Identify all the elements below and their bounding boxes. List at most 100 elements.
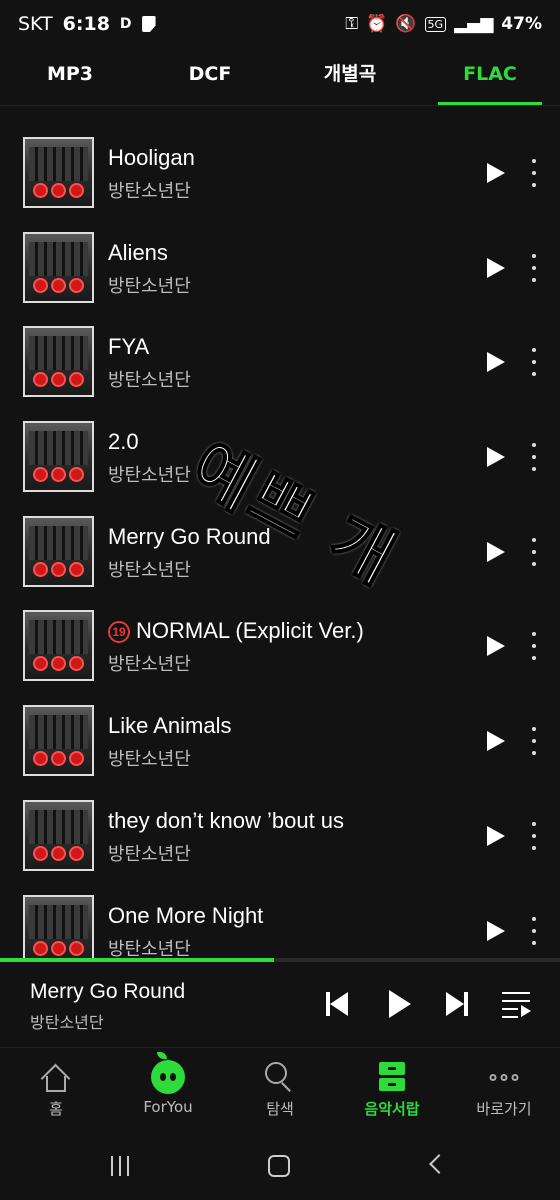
song-row[interactable]: Aliens 방탄소년단 (0, 220, 560, 315)
song-row[interactable]: One More Night 방탄소년단 (0, 883, 560, 959)
nav-foryou-label: ForYou (143, 1098, 193, 1116)
song-artist: 방탄소년단 (108, 749, 191, 771)
format-tabs: MP3 DCF 개별곡 FLAC (0, 48, 560, 106)
song-row[interactable]: they don’t know ’bout us 방탄소년단 (0, 788, 560, 883)
song-title: Like Animals (108, 713, 232, 739)
album-art (23, 421, 94, 493)
nav-shortcuts[interactable]: 바로가기 (448, 1048, 560, 1138)
lock-icon: ⚿ (345, 14, 359, 34)
song-title: Hooligan (108, 145, 195, 171)
nav-library[interactable]: 음악서랍 (336, 1048, 448, 1138)
carrier-label: SKT (18, 13, 53, 35)
battery-level: 47% (501, 14, 542, 34)
now-playing-artist: 방탄소년단 (30, 1013, 104, 1032)
more-options-icon[interactable] (526, 821, 542, 850)
play-icon[interactable] (487, 541, 505, 562)
song-row[interactable]: 19 NORMAL (Explicit Ver.) 방탄소년단 (0, 598, 560, 693)
clock: 6:18 (62, 13, 110, 35)
more-options-icon[interactable] (526, 916, 542, 945)
mute-icon: 🔇 (395, 14, 417, 34)
more-options-icon[interactable] (526, 159, 542, 187)
nav-library-label: 음악서랍 (364, 1100, 420, 1118)
song-title: FYA (108, 334, 149, 360)
alarm-icon: ⏰ (366, 14, 388, 34)
play-icon[interactable] (487, 636, 505, 657)
album-art (23, 799, 94, 871)
more-options-icon[interactable] (526, 348, 542, 377)
song-artist: 방탄소년단 (108, 938, 191, 959)
album-art (23, 610, 94, 682)
nav-home-label: 홈 (49, 1100, 63, 1118)
album-art (23, 137, 94, 208)
song-title-text: they don’t know ’bout us (108, 807, 345, 833)
tab-flac[interactable]: FLAC (420, 48, 560, 105)
play-icon[interactable] (487, 352, 505, 373)
previous-track-button[interactable] (324, 990, 352, 1018)
song-title-text: One More Night (108, 902, 264, 928)
play-icon[interactable] (487, 920, 505, 941)
song-artist: 방탄소년단 (108, 843, 191, 865)
tab-dcf[interactable]: DCF (140, 48, 280, 105)
play-button[interactable] (384, 990, 412, 1018)
play-icon[interactable] (487, 163, 505, 183)
song-title-text: Aliens (108, 239, 168, 265)
song-title-text: Like Animals (108, 713, 232, 739)
bottom-navigation: 홈 ForYou 탐색 음악서랍 바로가기 (0, 1048, 560, 1138)
more-options-icon[interactable] (526, 443, 542, 472)
next-track-button[interactable] (442, 990, 470, 1018)
song-title-text: FYA (108, 334, 150, 360)
song-artist: 방탄소년단 (108, 654, 191, 676)
network-badge: 5G (424, 16, 447, 32)
song-artist: 방탄소년단 (108, 559, 191, 581)
mini-player[interactable]: Merry Go Round 방탄소년단 (0, 962, 560, 1048)
album-art (23, 231, 94, 303)
nav-search-label: 탐색 (266, 1100, 294, 1118)
signal-icon: ▂▄▆ (454, 14, 494, 34)
system-home-icon[interactable] (268, 1155, 290, 1177)
tab-mp3[interactable]: MP3 (0, 48, 140, 105)
age-restriction-badge: 19 (108, 621, 130, 644)
song-row[interactable]: Like Animals 방탄소년단 (0, 693, 560, 788)
song-title-text: 2.0 (108, 429, 139, 455)
nav-search[interactable]: 탐색 (224, 1048, 336, 1138)
album-art (23, 894, 94, 958)
song-title: 19 NORMAL (Explicit Ver.) (108, 618, 364, 644)
song-artist: 방탄소년단 (108, 275, 191, 297)
song-title-text: Hooligan (108, 145, 195, 170)
foryou-icon (151, 1052, 185, 1094)
tab-individual-songs[interactable]: 개별곡 (280, 48, 420, 105)
now-playing-title: Merry Go Round (30, 980, 186, 1003)
more-options-icon[interactable] (526, 727, 542, 756)
back-icon[interactable] (429, 1154, 449, 1174)
song-artist: 방탄소년단 (108, 465, 191, 487)
recent-apps-icon[interactable] (111, 1156, 129, 1176)
album-art (23, 515, 94, 587)
album-art (23, 705, 94, 777)
song-row[interactable]: Hooligan 방탄소년단 (0, 125, 560, 220)
status-bar: SKT 6:18 D ⚿ ⏰ 🔇 5G ▂▄▆ 47% (0, 0, 560, 48)
song-title: One More Night (108, 903, 263, 929)
album-art (23, 326, 94, 398)
play-icon[interactable] (487, 257, 505, 278)
more-options-icon[interactable] (526, 632, 542, 661)
search-icon (265, 1062, 295, 1092)
play-icon[interactable] (487, 825, 505, 846)
play-icon[interactable] (487, 447, 505, 468)
play-icon[interactable] (487, 731, 505, 752)
nav-foryou[interactable]: ForYou (112, 1048, 224, 1138)
more-options-icon[interactable] (526, 537, 542, 566)
song-title: 2.0 (108, 429, 139, 455)
song-artist: 방탄소년단 (108, 370, 191, 392)
song-title: they don’t know ’bout us (108, 808, 344, 834)
song-artist: 방탄소년단 (108, 181, 191, 202)
song-row[interactable]: FYA 방탄소년단 (0, 314, 560, 409)
song-title-text: NORMAL (Explicit Ver.) (136, 618, 364, 644)
home-icon (40, 1062, 71, 1094)
system-navigation-bar (0, 1138, 560, 1200)
nav-home[interactable]: 홈 (0, 1048, 112, 1138)
more-options-icon[interactable] (526, 253, 542, 282)
nav-shortcuts-label: 바로가기 (476, 1100, 532, 1118)
playlist-queue-icon[interactable] (502, 992, 532, 1018)
notification-icon (141, 16, 156, 32)
library-icon (379, 1062, 405, 1092)
